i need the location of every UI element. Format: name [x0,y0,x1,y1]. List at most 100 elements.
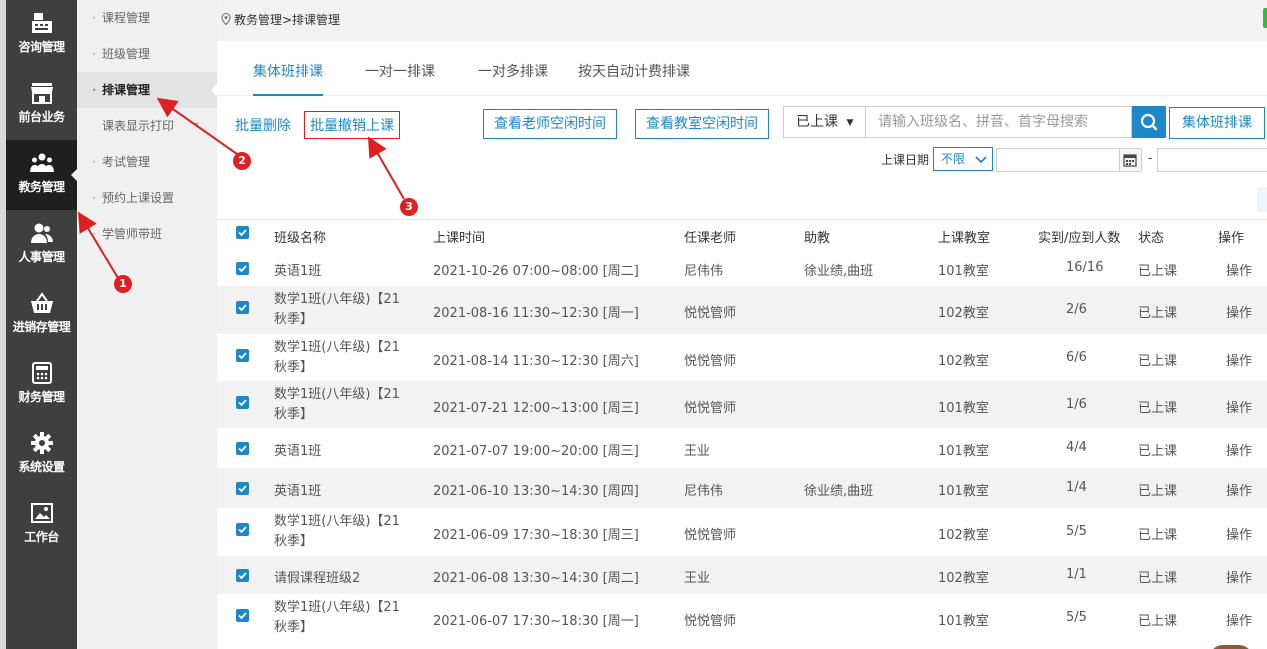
table-row[interactable]: 数学1班(八年级)【21秋季】 2021-08-14 11:30~12:30 [周… [217,334,1267,381]
table-row[interactable]: 英语1班 2021-10-26 07:00~08:00 [周二] 尼伟伟 徐业绩,曲班… [217,249,1267,286]
cell-action[interactable]: 操作 [1226,397,1252,416]
location-pin-icon [221,13,231,25]
submenu-label: 课表显示打印 [102,119,175,133]
check-icon [238,526,247,534]
cell-action[interactable]: 操作 [1226,350,1252,369]
chevron-down-icon: ▾ [193,120,199,131]
check-icon [238,485,247,493]
cell-class-name: 请假课程班级2 [274,571,361,586]
row-checkbox[interactable] [236,609,249,622]
chevron-down-icon [975,156,987,164]
table-row[interactable]: 数学1班(八年级)【21秋季】 2021-08-16 11:30~12:30 [周… [217,286,1267,334]
row-checkbox[interactable] [236,569,249,582]
cell-attendance: 1/6 [1066,397,1087,412]
col-action: 操作 [1218,231,1245,246]
end-date-input[interactable] [1157,148,1267,172]
table-row[interactable]: 英语1班 2021-06-10 13:30~14:30 [周四] 尼伟伟 徐业绩,曲班… [217,468,1267,508]
cell-status: 已上课 [1138,484,1178,499]
cell-attendance: 5/5 [1066,524,1087,539]
teacher-free-time-button[interactable]: 查看老师空闲时间 [483,109,617,139]
nav-label: 教务管理 [18,180,65,194]
group-schedule-button[interactable]: 集体班排课 [1169,107,1265,139]
search-input[interactable]: 请输入班级名、拼音、首字母搜索 [866,106,1132,138]
cell-teacher: 尼伟伟 [684,484,724,499]
cell-action[interactable]: 操作 [1226,440,1252,459]
storefront-icon [30,83,53,104]
nav-item-academic[interactable]: 教务管理 [6,140,77,210]
table-row[interactable]: 数学1班(八年级)【21秋季】 2021-07-21 12:00~13:00 [周… [217,381,1267,428]
register-icon [31,13,52,33]
submenu-item-booking[interactable]: · 预约上课设置 [77,180,217,216]
cell-class-name: 数学1班(八年级)【21秋季】 [274,340,400,375]
cell-action[interactable]: 操作 [1226,302,1252,321]
row-checkbox[interactable] [236,301,249,314]
row-checkbox[interactable] [236,442,249,455]
batch-cancel-link[interactable]: 批量撤销上课 [304,111,400,139]
cell-attendance: 5/5 [1066,610,1087,625]
submenu-item-schedule[interactable]: · 排课管理 [77,72,217,108]
tab-daily-billing[interactable]: 按天自动计费排课 [578,61,690,96]
row-checkbox[interactable] [236,349,249,362]
cell-action[interactable]: 操作 [1226,567,1252,586]
cell-action[interactable]: 操作 [1226,524,1252,543]
cell-status: 已上课 [1138,306,1178,321]
tab-group-class[interactable]: 集体班排课 [253,61,323,96]
picture-icon [30,503,53,523]
table-row[interactable]: 英语1班 2021-07-07 19:00~20:00 [周三] 王业 101教室 4/… [217,428,1267,468]
status-select-value: 已上课 [796,114,838,130]
row-checkbox[interactable] [236,482,249,495]
cell-room: 101教室 [938,264,989,279]
nav-label: 人事管理 [18,250,65,264]
search-button[interactable] [1132,106,1166,138]
tab-one-to-many[interactable]: 一对多排课 [478,61,548,96]
table-row[interactable]: 数学1班(八年级)【21秋季】 2021-06-09 17:30~18:30 [周… [217,508,1267,556]
check-icon [238,572,247,580]
cell-action[interactable]: 操作 [1226,260,1252,279]
cell-action[interactable]: 操作 [1226,610,1252,629]
cell-assistant: 徐业绩,曲班 [804,484,874,499]
nav-item-front[interactable]: 前台业务 [6,70,77,140]
table-row[interactable]: 请假课程班级2 2021-06-08 13:30~14:30 [周二] 王业 102教… [217,556,1267,594]
submenu-item-course[interactable]: · 课程管理 [77,0,217,36]
date-range-select[interactable]: 不限 [933,147,993,171]
cell-class-name: 数学1班(八年级)【21秋季】 [274,387,400,422]
calendar-icon [1123,154,1137,167]
nav-item-inventory[interactable]: 进销存管理 [6,280,77,350]
batch-delete-link[interactable]: 批量删除 [235,115,291,135]
calendar-button[interactable] [1119,149,1141,171]
nav-item-settings[interactable]: 系统设置 [6,420,77,490]
cell-time: 2021-08-14 11:30~12:30 [周六] [433,354,639,369]
main-nav: 咨询管理 前台业务 教务管理 人事管理 进销存管理 财务管理 系统设置 工作台 [0,0,77,649]
submenu-item-timetable-print[interactable]: 课表显示打印 ▾ [77,108,217,144]
tab-one-on-one[interactable]: 一对一排课 [365,61,435,96]
cell-time: 2021-06-08 13:30~14:30 [周二] [433,571,639,586]
nav-item-consult[interactable]: 咨询管理 [6,0,77,70]
check-icon [238,612,247,620]
cell-teacher: 悦悦管师 [684,306,737,321]
submenu-item-exam[interactable]: · 考试管理 [77,144,217,180]
nav-item-finance[interactable]: 财务管理 [6,350,77,420]
cell-class-name: 英语1班 [274,444,322,459]
nav-label: 系统设置 [18,460,65,474]
status-select[interactable]: 已上课 ▼ [783,106,866,138]
cell-class-name: 数学1班(八年级)【21秋季】 [274,292,400,327]
check-icon [238,399,247,407]
start-date-input[interactable] [996,148,1142,172]
select-all-checkbox[interactable] [236,226,249,239]
cell-teacher: 尼伟伟 [684,264,724,279]
cell-room: 101教室 [938,484,989,499]
table-row[interactable]: 数学1班(八年级)【21秋季】 2021-06-07 17:30~18:30 [周… [217,594,1267,642]
cell-room: 102教室 [938,571,989,586]
nav-item-hr[interactable]: 人事管理 [6,210,77,280]
submenu-item-class[interactable]: · 班级管理 [77,36,217,72]
submenu-item-tutor-class[interactable]: · 学管师带班 [77,216,217,252]
main-content: 教务管理>排课管理 集体班排课 一对一排课 一对多排课 按天自动计费排课 批量删… [217,0,1267,649]
row-checkbox[interactable] [236,523,249,536]
row-checkbox[interactable] [236,262,249,275]
col-time: 上课时间 [433,231,486,246]
room-free-time-button[interactable]: 查看教室空闲时间 [635,109,769,139]
bullet: · [92,191,96,205]
cell-action[interactable]: 操作 [1226,480,1252,499]
row-checkbox[interactable] [236,396,249,409]
nav-item-workbench[interactable]: 工作台 [6,490,77,560]
